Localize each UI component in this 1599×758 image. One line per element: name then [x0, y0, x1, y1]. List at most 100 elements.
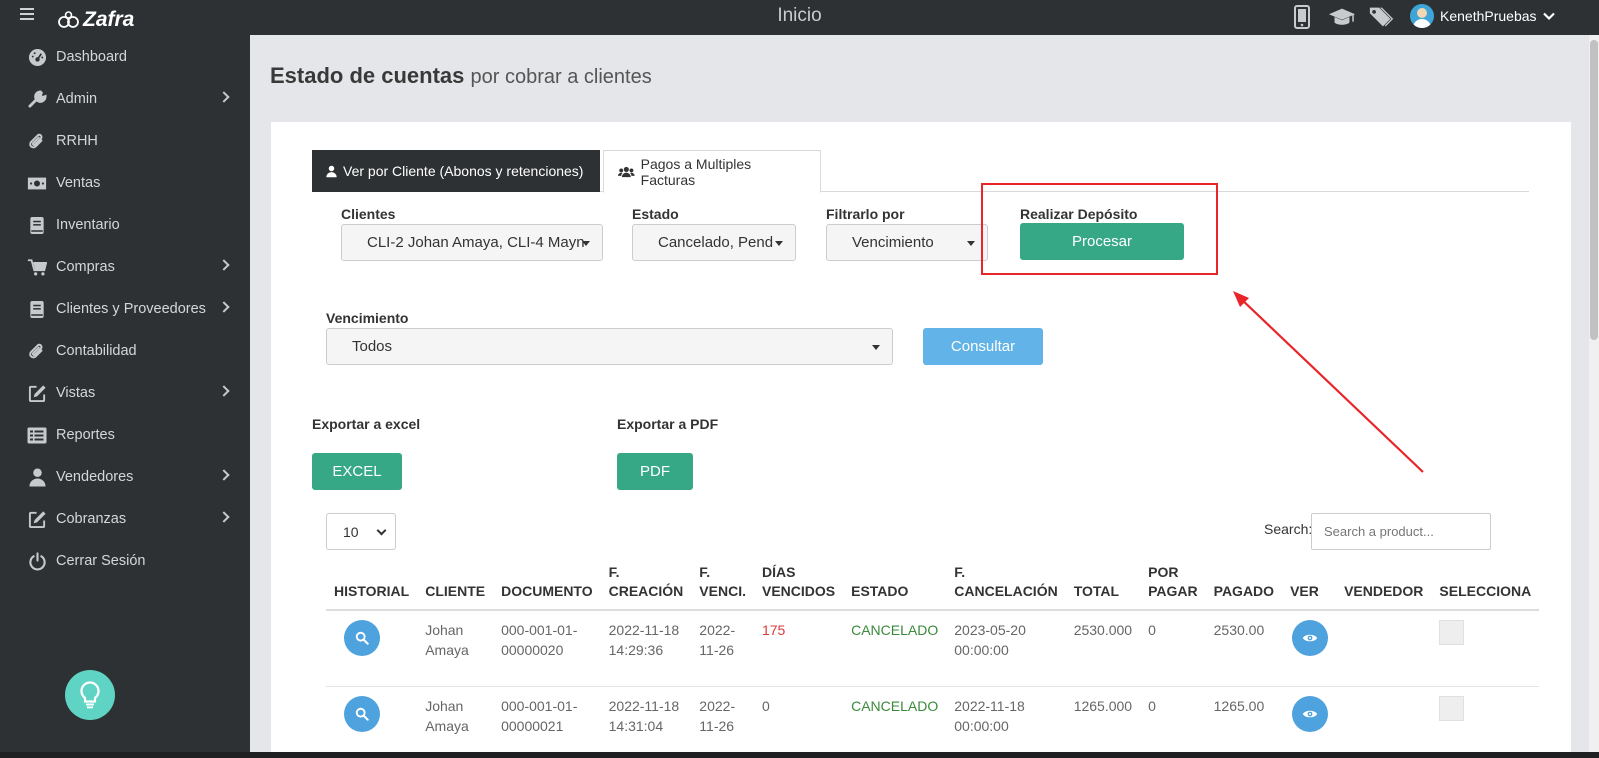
paperclip-icon — [27, 341, 47, 361]
historial-search-button[interactable] — [344, 620, 380, 656]
cell-estado: CANCELADO — [843, 686, 947, 758]
sidebar-item-label: Reportes — [56, 427, 115, 443]
cell-vendedor — [1336, 686, 1432, 758]
brand-logo[interactable]: Zafra — [58, 8, 134, 32]
sidebar-item-label: Clientes y Proveedores — [56, 301, 206, 317]
scrollbar-thumb[interactable] — [1590, 40, 1598, 340]
sidebar-item-label: Inventario — [56, 217, 120, 233]
cell-vendedor — [1336, 610, 1432, 687]
mobile-icon[interactable] — [1288, 4, 1316, 30]
ver-button[interactable] — [1292, 620, 1329, 656]
header-line: F. — [699, 564, 711, 580]
sidebar-item-label: Cerrar Sesión — [56, 553, 146, 569]
select-checkbox[interactable] — [1439, 620, 1465, 645]
cell-por-pagar: 0 — [1140, 610, 1206, 687]
vencimiento-select[interactable]: Todos — [326, 328, 893, 365]
search-input[interactable] — [1311, 513, 1491, 550]
sidebar-item-compras[interactable]: Compras — [0, 249, 250, 285]
col-historial[interactable]: HISTORIAL — [326, 560, 418, 611]
chevron-down-icon — [376, 525, 387, 536]
sidebar-item-admin[interactable]: Admin — [0, 81, 250, 117]
excel-button[interactable]: EXCEL — [312, 453, 402, 490]
cell-total: 2530.000 — [1065, 610, 1141, 687]
page-title-rest: por cobrar a clientes — [470, 66, 652, 88]
sidebar-item-clientes-proveedores[interactable]: Clientes y Proveedores — [0, 291, 250, 327]
col-f-venci[interactable]: F. VENCI. — [691, 560, 754, 611]
page-scrollbar[interactable] — [1589, 35, 1599, 758]
page-size-value: 10 — [343, 523, 359, 540]
col-f-cancelacion[interactable]: F. CANCELACIÓN — [946, 560, 1066, 611]
taskbar-strip — [0, 752, 1599, 758]
cell-historial — [326, 686, 418, 758]
caret-down-icon — [967, 241, 975, 246]
clientes-select[interactable]: CLI-2 Johan Amaya, CLI-4 Mayn — [341, 224, 603, 261]
sidebar-item-vendedores[interactable]: Vendedores — [0, 459, 250, 495]
col-f-creacion[interactable]: F. CREACIÓN — [600, 560, 692, 611]
col-cliente[interactable]: CLIENTE — [417, 560, 494, 611]
col-total[interactable]: TOTAL — [1065, 560, 1141, 611]
sidebar-item-label: Dashboard — [56, 49, 127, 65]
content-card: Ver por Cliente (Abonos y retenciones) P… — [271, 122, 1571, 758]
col-ver[interactable]: VER — [1282, 560, 1337, 611]
historial-search-button[interactable] — [344, 695, 380, 732]
procesar-button[interactable]: Procesar — [1020, 223, 1184, 260]
col-por-pagar[interactable]: POR PAGAR — [1140, 560, 1206, 611]
menu-toggle-icon[interactable] — [20, 8, 34, 22]
eye-icon — [1302, 634, 1318, 642]
clientes-label: Clientes — [341, 206, 396, 222]
top-bar: Zafra Inicio KenethPruebas — [0, 0, 1599, 35]
clientes-value: CLI-2 Johan Amaya, CLI-4 Mayn — [367, 234, 585, 251]
sidebar-item-cerrar-sesion[interactable]: Cerrar Sesión — [0, 543, 250, 579]
eye-icon — [1302, 710, 1318, 717]
user-icon — [326, 165, 337, 177]
cell-por-pagar: 0 — [1140, 686, 1206, 758]
user-name: KenethPruebas — [1440, 8, 1537, 24]
page-size-select[interactable]: 10 — [326, 513, 396, 550]
header-line: CREACIÓN — [608, 583, 684, 599]
sidebar-item-dashboard[interactable]: Dashboard — [0, 39, 250, 75]
tab-ver-por-cliente[interactable]: Ver por Cliente (Abonos y retenciones) — [312, 150, 600, 192]
sidebar-item-ventas[interactable]: Ventas — [0, 165, 250, 201]
table-row: Johan Amaya 000-001-01-00000021 2022-11-… — [326, 686, 1540, 758]
user-menu[interactable]: KenethPruebas — [1410, 4, 1555, 28]
tab-pagos-multiples[interactable]: Pagos a Multiples Facturas — [603, 150, 821, 193]
tags-icon[interactable] — [1368, 4, 1396, 30]
sidebar-item-rrhh[interactable]: RRHH — [0, 123, 250, 159]
money-icon — [27, 173, 47, 193]
col-pagado[interactable]: PAGADO — [1205, 560, 1283, 611]
consultar-button[interactable]: Consultar — [923, 328, 1043, 365]
pdf-button[interactable]: PDF — [617, 453, 693, 490]
accounts-table: HISTORIAL CLIENTE DOCUMENTO F. CREACIÓN F… — [326, 560, 1540, 758]
avatar — [1410, 4, 1434, 28]
header-line: F. — [954, 564, 966, 580]
header-line: PAGAR — [1148, 583, 1198, 599]
col-dias-vencidos[interactable]: DÍAS VENCIDOS — [753, 560, 844, 611]
col-estado[interactable]: ESTADO — [843, 560, 947, 611]
col-vendedor[interactable]: VENDEDOR — [1336, 560, 1432, 611]
col-selecciona[interactable]: SELECCIONA — [1431, 560, 1540, 611]
cell-f-venci: 2022-11-26 — [691, 686, 754, 758]
sidebar-item-vistas[interactable]: Vistas — [0, 375, 250, 411]
sidebar-item-label: RRHH — [56, 133, 98, 149]
sidebar-item-cobranzas[interactable]: Cobranzas — [0, 501, 250, 537]
graduation-cap-icon[interactable] — [1328, 4, 1356, 30]
sidebar-item-reportes[interactable]: Reportes — [0, 417, 250, 453]
users-icon — [618, 166, 635, 177]
col-documento[interactable]: DOCUMENTO — [493, 560, 601, 611]
ver-button[interactable] — [1292, 695, 1329, 732]
filtrar-select[interactable]: Vencimiento — [826, 224, 988, 261]
tab-label: Pagos a Multiples Facturas — [640, 155, 752, 188]
estado-select[interactable]: Cancelado, Pend — [632, 224, 796, 261]
sidebar-item-inventario[interactable]: Inventario — [0, 207, 250, 243]
sidebar-item-contabilidad[interactable]: Contabilidad — [0, 333, 250, 369]
list-icon — [27, 425, 47, 445]
caret-down-icon — [872, 345, 880, 350]
header-line: VENCI. — [699, 583, 746, 599]
cell-f-cancelacion: 2023-05-20 00:00:00 — [946, 610, 1066, 687]
lightbulb-icon — [80, 681, 100, 709]
help-bulb-button[interactable] — [65, 670, 115, 720]
select-checkbox[interactable] — [1439, 695, 1465, 721]
cell-f-cancelacion: 2022-11-18 00:00:00 — [946, 686, 1066, 758]
cell-total: 1265.000 — [1065, 686, 1141, 758]
cell-cliente: Johan Amaya — [417, 686, 494, 758]
